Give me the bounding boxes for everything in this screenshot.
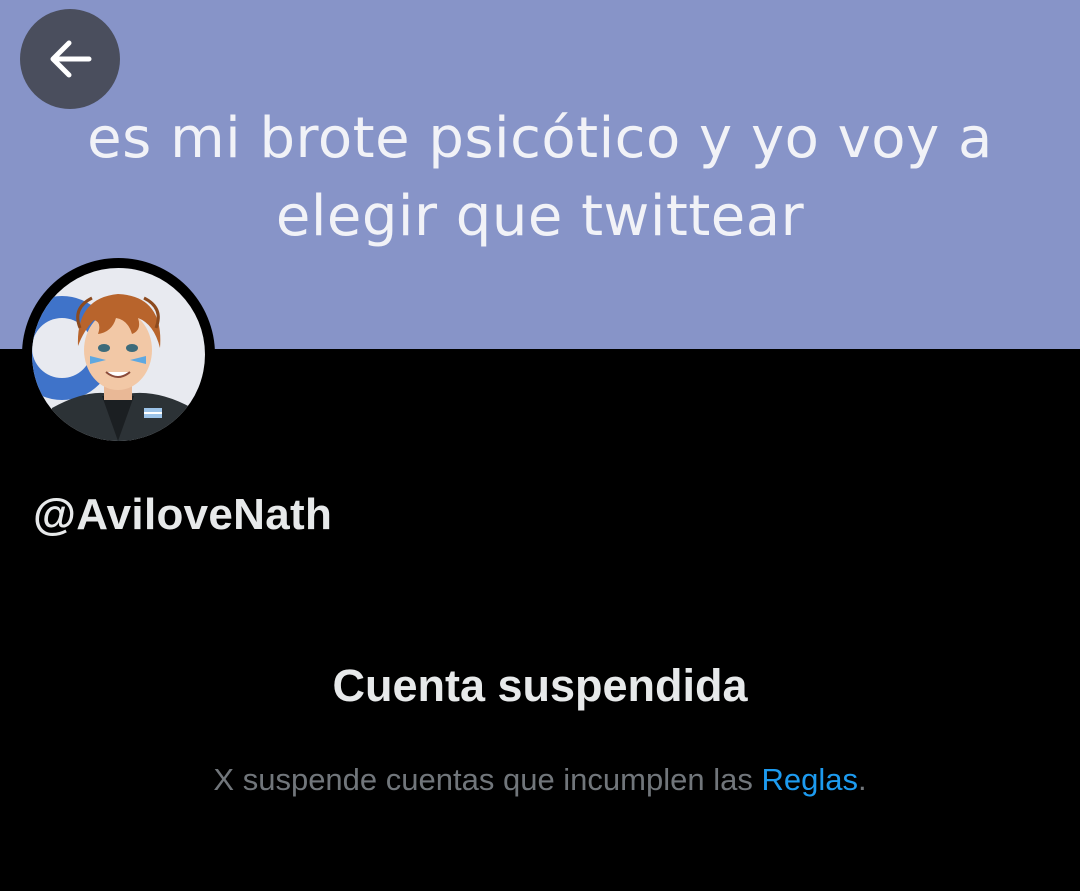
back-button[interactable] [20, 9, 120, 109]
suspended-message: X suspende cuentas que incumplen las Reg… [0, 762, 1080, 798]
suspended-title: Cuenta suspendida [332, 660, 748, 711]
suspended-message-suffix: . [857, 762, 867, 797]
profile-page: es mi brote psicótico y yo voy a elegir … [0, 0, 1080, 891]
suspended-message-text: X suspende cuentas que incumplen las [213, 762, 762, 797]
avatar[interactable] [32, 268, 205, 441]
banner-line-2: elegir que twittear [275, 184, 805, 249]
anime-character-avatar [32, 268, 205, 441]
profile-handle: @AviloveNath [33, 490, 333, 539]
rules-link[interactable]: Reglas [761, 762, 858, 797]
arrow-left-icon [50, 40, 92, 78]
banner-line-1: es mi brote psicótico y yo voy a [87, 106, 993, 171]
banner-text: es mi brote psicótico y yo voy a elegir … [40, 100, 1040, 256]
